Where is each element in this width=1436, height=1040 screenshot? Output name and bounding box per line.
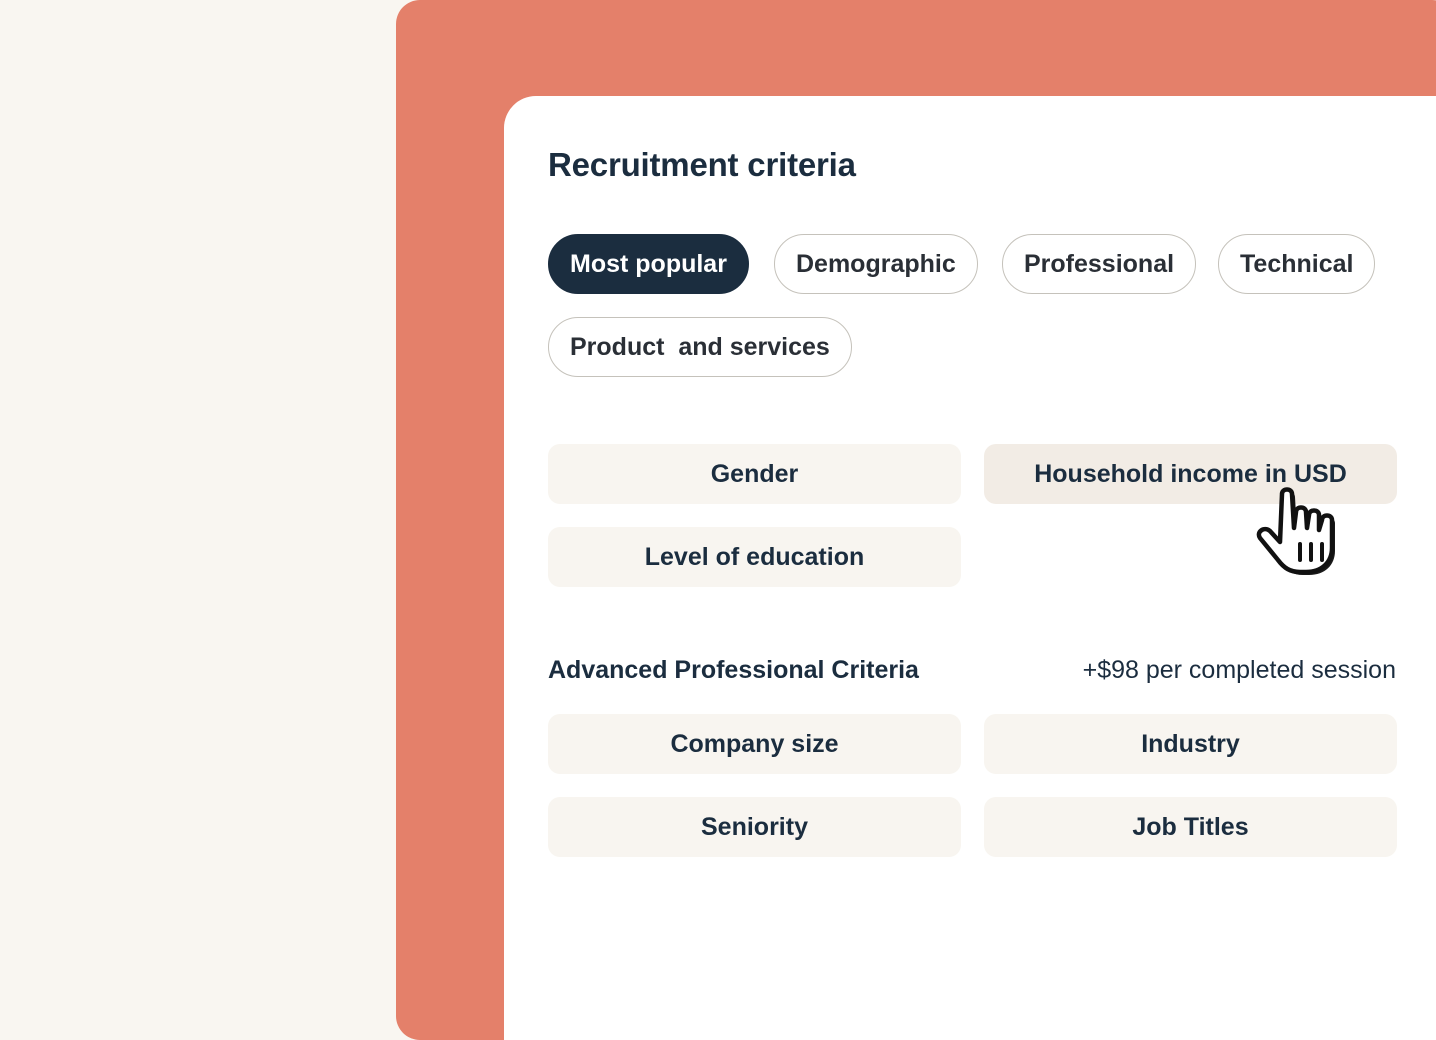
card-title: Recruitment criteria <box>548 146 856 183</box>
criteria-tile-gender[interactable]: Gender <box>548 444 961 504</box>
stage: Recruitment criteria Most popular Demogr… <box>0 0 1436 1040</box>
advanced-section-title: Advanced Professional Criteria <box>548 656 919 684</box>
recruitment-criteria-card: Recruitment criteria Most popular Demogr… <box>504 96 1436 1040</box>
advanced-tile-seniority[interactable]: Seniority <box>548 797 961 857</box>
advanced-price-note: +$98 per completed session <box>1082 656 1396 684</box>
category-pill-most-popular[interactable]: Most popular <box>548 234 749 294</box>
category-pill-demographic[interactable]: Demographic <box>774 234 978 294</box>
advanced-tile-industry[interactable]: Industry <box>984 714 1397 774</box>
advanced-tile-company-size[interactable]: Company size <box>548 714 961 774</box>
advanced-tile-job-titles[interactable]: Job Titles <box>984 797 1397 857</box>
hand-pointer-icon <box>1256 487 1335 575</box>
category-pill-professional[interactable]: Professional <box>1002 234 1197 294</box>
criteria-tile-level-of-education[interactable]: Level of education <box>548 527 961 587</box>
category-pill-technical[interactable]: Technical <box>1218 234 1376 294</box>
category-pill-product-and-services[interactable]: Product and services <box>548 317 852 377</box>
